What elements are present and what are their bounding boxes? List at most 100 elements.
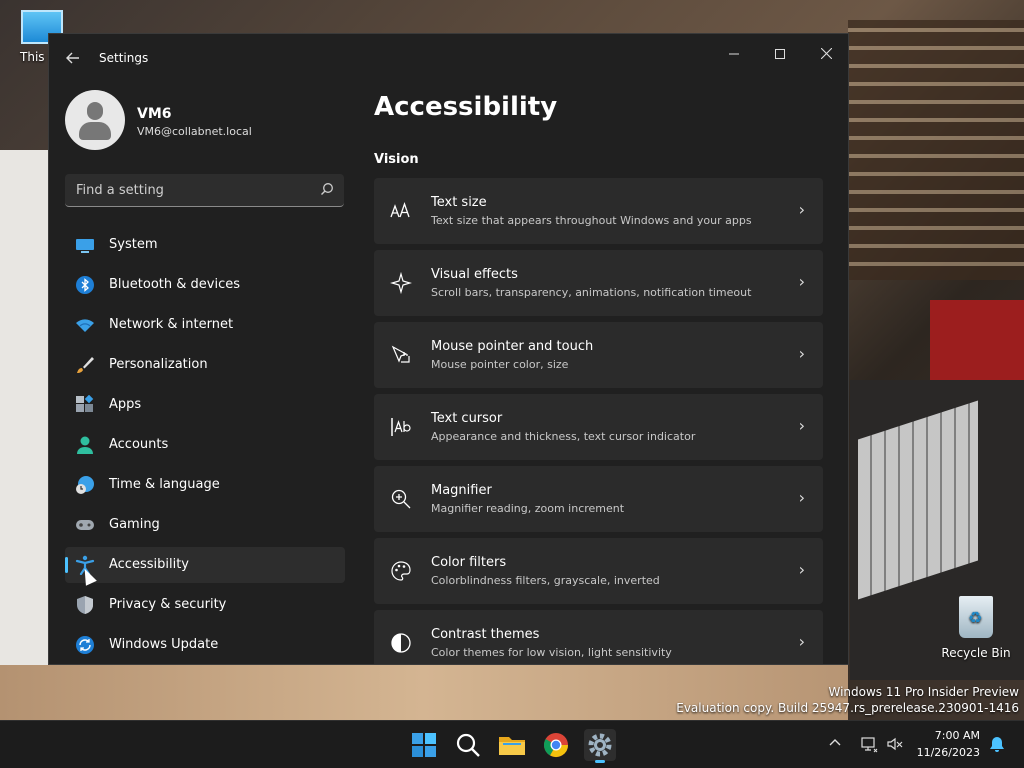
- network-icon[interactable]: [860, 735, 878, 753]
- sidebar-item-label: Apps: [109, 397, 142, 412]
- clock-date[interactable]: 11/26/2023: [900, 746, 980, 759]
- maximize-button[interactable]: [757, 40, 803, 70]
- minimize-button[interactable]: [711, 40, 757, 70]
- card-text-cursor[interactable]: Text cursor Appearance and thickness, te…: [374, 394, 823, 460]
- tray-overflow-button[interactable]: [828, 735, 842, 753]
- desktop-icon-recycle-bin[interactable]: ♻ Recycle Bin: [940, 596, 1012, 660]
- settings-taskbar-button[interactable]: [584, 729, 616, 763]
- card-title: Text size: [431, 195, 487, 210]
- chevron-right-icon: ›: [798, 200, 805, 219]
- sidebar-item-label: Network & internet: [109, 317, 234, 332]
- chevron-right-icon: ›: [798, 272, 805, 291]
- gear-icon: [588, 733, 612, 757]
- card-mouse-pointer-touch[interactable]: Mouse pointer and touch Mouse pointer co…: [374, 322, 823, 388]
- bluetooth-icon: [76, 276, 94, 294]
- search-icon: [456, 733, 480, 757]
- sidebar-item-gaming[interactable]: Gaming: [65, 507, 345, 543]
- card-title: Magnifier: [431, 483, 492, 498]
- card-visual-effects[interactable]: Visual effects Scroll bars, transparency…: [374, 250, 823, 316]
- card-subtitle: Colorblindness filters, grayscale, inver…: [431, 574, 660, 587]
- sidebar-item-system[interactable]: System: [65, 227, 345, 263]
- card-title: Visual effects: [431, 267, 518, 282]
- maximize-icon: [775, 49, 785, 59]
- card-title: Contrast themes: [431, 627, 540, 642]
- card-subtitle: Text size that appears throughout Window…: [431, 214, 752, 227]
- sidebar-item-network[interactable]: Network & internet: [65, 307, 345, 343]
- clock-time[interactable]: 7:00 AM: [920, 729, 980, 742]
- folder-icon: [499, 737, 525, 755]
- search-icon: [321, 183, 333, 195]
- search-input[interactable]: Find a setting: [65, 174, 344, 207]
- active-indicator: [65, 557, 68, 573]
- desktop-wallpaper-shelf: [848, 20, 1024, 280]
- card-contrast-themes[interactable]: Contrast themes Color themes for low vis…: [374, 610, 823, 664]
- account-icon: [77, 436, 93, 454]
- title-bar[interactable]: Settings: [49, 34, 848, 82]
- card-subtitle: Color themes for low vision, light sensi…: [431, 646, 672, 659]
- chevron-up-icon: [829, 739, 841, 746]
- start-button[interactable]: [408, 729, 440, 761]
- windows-watermark: Windows 11 Pro Insider Preview Evaluatio…: [676, 684, 1019, 716]
- settings-window: Settings VM6 VM6@collabnet.local Find a …: [48, 33, 849, 665]
- sidebar-item-label: Accounts: [109, 437, 169, 452]
- notification-bell-icon[interactable]: [988, 735, 1006, 753]
- sidebar-item-personalization[interactable]: Personalization: [65, 347, 345, 383]
- sidebar-item-accounts[interactable]: Accounts: [65, 427, 345, 463]
- sidebar-item-label: System: [109, 237, 158, 252]
- gamepad-icon: [76, 520, 94, 530]
- close-icon: [820, 47, 832, 60]
- taskbar-search-button[interactable]: [452, 729, 484, 761]
- running-indicator: [595, 760, 605, 763]
- sidebar-item-privacy[interactable]: Privacy & security: [65, 587, 345, 623]
- chevron-right-icon: ›: [798, 632, 805, 651]
- text-cursor-icon: [390, 416, 412, 438]
- windows-logo-icon: [412, 733, 436, 757]
- palette-icon: [390, 560, 412, 582]
- sidebar-item-label: Windows Update: [109, 637, 219, 652]
- brush-icon: [77, 357, 94, 373]
- taskbar: 7:00 AM 11/26/2023: [0, 720, 1024, 768]
- card-title: Text cursor: [431, 411, 503, 426]
- sidebar-nav: System Bluetooth & devices Network & int…: [65, 227, 345, 664]
- card-title: Mouse pointer and touch: [431, 339, 594, 354]
- sidebar-item-apps[interactable]: Apps: [65, 387, 345, 423]
- chevron-right-icon: ›: [798, 416, 805, 435]
- section-title: Vision: [374, 152, 419, 167]
- chrome-button[interactable]: [540, 729, 572, 761]
- sidebar-item-label: Time & language: [109, 477, 220, 492]
- sidebar-item-accessibility[interactable]: Accessibility: [65, 547, 345, 583]
- text-size-icon: [390, 200, 412, 222]
- user-name: VM6: [137, 106, 172, 122]
- magnifier-icon: [390, 488, 412, 510]
- close-button[interactable]: [803, 40, 848, 70]
- watermark-line1: Windows 11 Pro Insider Preview: [828, 685, 1019, 699]
- chevron-right-icon: ›: [798, 560, 805, 579]
- card-magnifier[interactable]: Magnifier Magnifier reading, zoom increm…: [374, 466, 823, 532]
- back-button[interactable]: [61, 46, 85, 70]
- chrome-icon: [543, 733, 568, 758]
- settings-list: Text size Text size that appears through…: [374, 178, 823, 664]
- card-color-filters[interactable]: Color filters Colorblindness filters, gr…: [374, 538, 823, 604]
- card-subtitle: Appearance and thickness, text cursor in…: [431, 430, 696, 443]
- file-explorer-button[interactable]: [496, 729, 528, 761]
- sidebar-item-label: Gaming: [109, 517, 160, 532]
- sidebar-item-bluetooth[interactable]: Bluetooth & devices: [65, 267, 345, 303]
- recycle-bin-icon: ♻: [959, 596, 993, 638]
- chevron-right-icon: ›: [798, 488, 805, 507]
- sidebar-item-label: Accessibility: [109, 557, 189, 572]
- minimize-icon: [729, 53, 739, 55]
- sidebar-item-label: Bluetooth & devices: [109, 277, 240, 292]
- sidebar-item-time-language[interactable]: Time & language: [65, 467, 345, 503]
- card-subtitle: Mouse pointer color, size: [431, 358, 569, 371]
- user-email: VM6@collabnet.local: [137, 125, 252, 138]
- watermark-line2: Evaluation copy. Build 25947.rs_prerelea…: [676, 701, 1019, 715]
- card-text-size[interactable]: Text size Text size that appears through…: [374, 178, 823, 244]
- card-title: Color filters: [431, 555, 507, 570]
- pointer-touch-icon: [390, 344, 412, 366]
- card-subtitle: Magnifier reading, zoom increment: [431, 502, 625, 515]
- sidebar-item-windows-update[interactable]: Windows Update: [65, 627, 345, 663]
- avatar[interactable]: [65, 90, 125, 150]
- wifi-icon: [76, 319, 94, 332]
- chevron-right-icon: ›: [798, 344, 805, 363]
- apps-icon: [76, 395, 94, 412]
